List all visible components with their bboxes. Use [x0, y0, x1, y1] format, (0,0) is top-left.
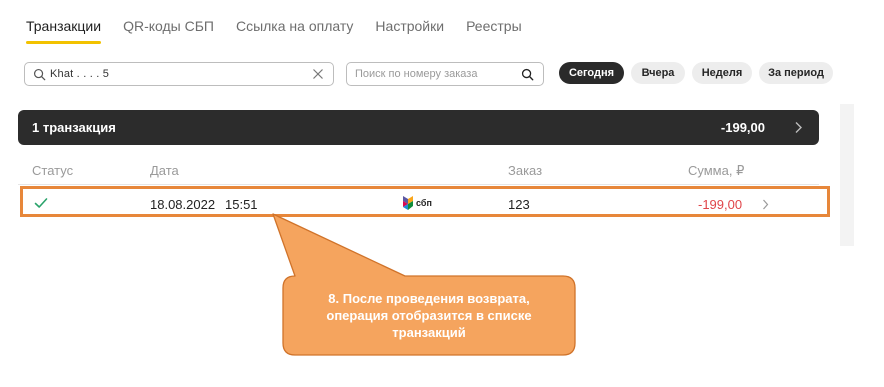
- transaction-amount: -199,00: [698, 197, 743, 212]
- search-icon: [33, 68, 46, 80]
- tab-qr-codes[interactable]: QR-коды СБП: [123, 18, 214, 44]
- annotation-callout: 8. После проведения возврата, операция о…: [283, 276, 575, 355]
- sbp-logo-icon: [403, 196, 413, 210]
- tab-registers[interactable]: Реестры: [466, 18, 522, 44]
- payment-method: сбп: [403, 196, 432, 210]
- column-header-amount: Сумма, ₽: [688, 163, 745, 178]
- search-input-value[interactable]: Khat . . . . 5: [50, 68, 311, 80]
- tab-settings[interactable]: Настройки: [375, 18, 444, 44]
- order-search-input[interactable]: [355, 68, 515, 80]
- table-divider: [18, 184, 819, 185]
- transactions-summary-bar[interactable]: 1 транзакция -199,00: [18, 110, 819, 145]
- transaction-search-field[interactable]: Khat . . . . 5: [24, 62, 334, 86]
- chevron-right-icon: [795, 122, 802, 133]
- tab-payment-link[interactable]: Ссылка на оплату: [236, 18, 353, 44]
- transactions-total: -199,00: [720, 120, 765, 135]
- column-header-order: Заказ: [508, 163, 543, 178]
- scrollbar-track[interactable]: [840, 104, 854, 246]
- filter-period-button[interactable]: За период: [759, 62, 833, 84]
- filter-yesterday-button[interactable]: Вчера: [631, 62, 685, 84]
- column-header-status: Статус: [32, 163, 74, 178]
- search-icon[interactable]: [521, 68, 534, 81]
- payment-method-label: сбп: [416, 198, 432, 208]
- tab-transactions[interactable]: Транзакции: [26, 18, 102, 44]
- transaction-count: 1 транзакция: [32, 120, 116, 135]
- transaction-order: 123: [508, 197, 530, 212]
- filter-today-button[interactable]: Сегодня: [559, 62, 624, 84]
- callout-line-3: транзакций: [392, 325, 466, 340]
- callout-line-1: 8. После проведения возврата,: [328, 291, 530, 306]
- callout-line-2: операция отобразится в списке: [326, 308, 532, 323]
- chevron-right-icon[interactable]: [762, 199, 769, 210]
- column-header-date: Дата: [150, 163, 179, 178]
- tabs-bar: Транзакции QR-коды СБП Ссылка на оплату …: [26, 18, 522, 44]
- check-icon: [34, 198, 48, 208]
- order-search-field[interactable]: [346, 62, 544, 86]
- transaction-time: 15:51: [225, 197, 258, 212]
- transaction-date: 18.08.2022: [150, 197, 216, 212]
- clear-icon[interactable]: [311, 67, 325, 81]
- filter-week-button[interactable]: Неделя: [692, 62, 752, 84]
